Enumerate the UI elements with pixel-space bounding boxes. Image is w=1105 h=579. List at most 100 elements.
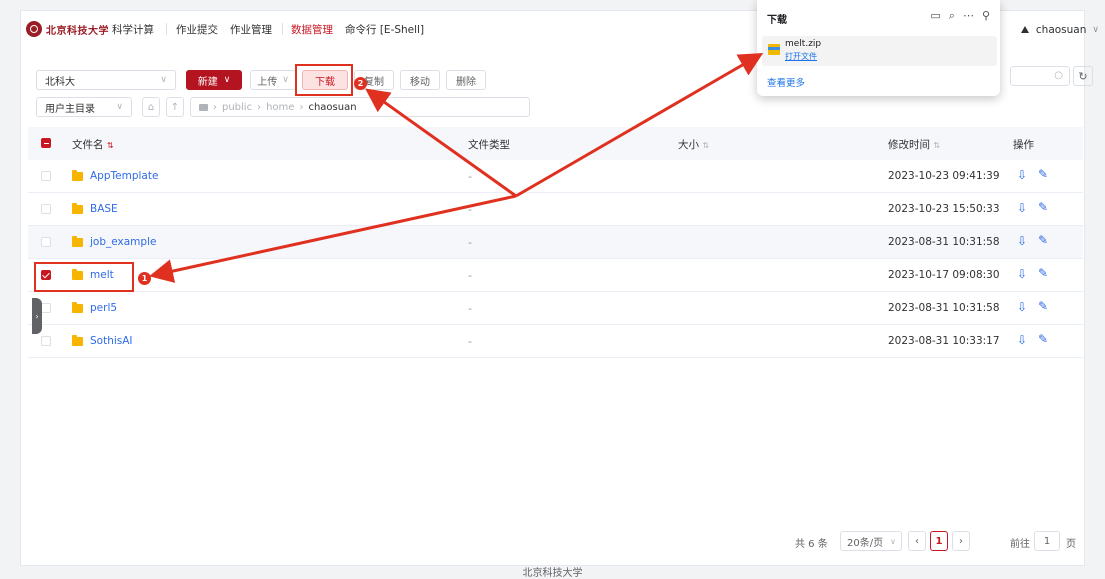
home-button[interactable]: ⌂ (142, 97, 160, 117)
user-icon (1020, 26, 1029, 33)
browser-download-panel: 下载 ▭ ⌕ ⋯ ⚲ melt.zip 打开文件 查看更多 (757, 0, 1000, 96)
table-row[interactable]: SothisAI - 2023-08-31 10:33:17 ⇩ ✎ (28, 325, 1083, 358)
search-icon: ○ (1054, 70, 1063, 81)
directory-select[interactable]: 用户主目录 ∨ (36, 97, 132, 117)
move-button[interactable]: 移动 (400, 70, 440, 90)
column-name-header[interactable]: 文件名 ⇅ (72, 137, 114, 152)
chevron-down-icon: ∨ (282, 75, 289, 85)
download-icon[interactable]: ⇩ (1017, 267, 1027, 281)
delete-button[interactable]: 删除 (446, 70, 486, 90)
footer-text: 北京科技大学 (522, 568, 583, 579)
file-name-link[interactable]: perl5 (90, 302, 117, 314)
table-row[interactable]: melt - 2023-10-17 09:08:30 ⇩ ✎ (28, 259, 1083, 292)
folder-icon (72, 203, 83, 214)
upload-button[interactable]: 上传 ∨ (250, 70, 296, 90)
chevron-down-icon: ∨ (116, 102, 123, 112)
site-select[interactable]: 北科大 ∨ (36, 70, 176, 90)
folder-open-icon[interactable]: ▭ (930, 9, 940, 23)
goto-suffix: 页 (1066, 539, 1076, 550)
chevron-down-icon: ∨ (160, 75, 167, 85)
folder-icon (72, 335, 83, 346)
row-checkbox[interactable] (41, 171, 51, 181)
new-button-label: 新建 (197, 76, 218, 88)
table-row[interactable]: perl5 - 2023-08-31 10:31:58 ⇩ ✎ (28, 292, 1083, 325)
table-row[interactable]: AppTemplate - 2023-10-23 09:41:39 ⇩ ✎ (28, 160, 1083, 193)
file-mtime: 2023-08-31 10:33:17 (888, 335, 1000, 347)
search-icon[interactable]: ⌕ (949, 9, 955, 23)
download-icon[interactable]: ⇩ (1017, 168, 1027, 182)
folder-icon (72, 302, 83, 313)
pin-icon[interactable]: ⚲ (982, 9, 990, 23)
refresh-button[interactable]: ↻ (1073, 66, 1093, 86)
column-size-label: 大小 (678, 139, 699, 151)
nav-eshell[interactable]: 命令行 [E-Shell] (345, 22, 424, 37)
table-row[interactable]: job_example - 2023-08-31 10:31:58 ⇩ ✎ (28, 226, 1083, 259)
site-select-value: 北科大 (45, 76, 75, 88)
breadcrumb-item[interactable]: public (222, 102, 252, 113)
download-panel-title: 下载 (767, 15, 787, 26)
download-file-name: melt.zip (785, 39, 822, 49)
up-level-button[interactable]: ↑ (166, 97, 184, 117)
column-size-header[interactable]: 大小 ⇅ (678, 137, 709, 152)
nav-data-manage[interactable]: 数据管理 (291, 22, 333, 37)
username: chaosuan (1035, 24, 1087, 36)
row-checkbox[interactable] (41, 303, 51, 313)
sort-icon: ⇅ (702, 141, 710, 150)
next-page-button[interactable]: › (952, 531, 970, 551)
zip-file-icon (768, 44, 780, 55)
refresh-icon: ↻ (1078, 69, 1088, 83)
user-menu[interactable]: chaosuan ∨ (1020, 24, 1099, 36)
table-row[interactable]: BASE - 2023-10-23 15:50:33 ⇩ ✎ (28, 193, 1083, 226)
file-name-link[interactable]: SothisAI (90, 335, 133, 347)
pagination-total: 共 6 条 (795, 539, 828, 550)
nav-job-manage[interactable]: 作业管理 (230, 22, 272, 37)
breadcrumb-item[interactable]: home (266, 102, 294, 113)
file-name-link[interactable]: BASE (90, 203, 118, 215)
breadcrumb: › public › home › chaosuan (190, 97, 530, 117)
select-all-checkbox[interactable] (41, 138, 51, 148)
edit-icon[interactable]: ✎ (1038, 200, 1048, 214)
edit-icon[interactable]: ✎ (1038, 233, 1048, 247)
university-logo: 北京科技大学 (26, 21, 109, 37)
column-mtime-header[interactable]: 修改时间 ⇅ (888, 137, 940, 152)
row-checkbox[interactable] (41, 336, 51, 346)
download-icon[interactable]: ⇩ (1017, 333, 1027, 347)
file-type: - (468, 302, 472, 315)
file-name-link[interactable]: AppTemplate (90, 170, 158, 182)
new-button[interactable]: 新建 ∨ (186, 70, 242, 90)
download-item[interactable]: melt.zip 打开文件 (762, 36, 997, 66)
file-mtime: 2023-08-31 10:31:58 (888, 302, 1000, 314)
nav-job-submit[interactable]: 作业提交 (176, 22, 218, 37)
edit-icon[interactable]: ✎ (1038, 332, 1048, 346)
file-type: - (468, 335, 472, 348)
folder-icon (199, 103, 208, 111)
breadcrumb-current: chaosuan (308, 101, 357, 113)
open-file-link[interactable]: 打开文件 (785, 51, 817, 62)
download-icon[interactable]: ⇩ (1017, 300, 1027, 314)
row-checkbox[interactable] (41, 204, 51, 214)
page-size-select[interactable]: 20条/页 ∨ (840, 531, 902, 551)
download-icon[interactable]: ⇩ (1017, 201, 1027, 215)
page-number-current[interactable]: 1 (930, 531, 948, 551)
edit-icon[interactable]: ✎ (1038, 167, 1048, 181)
column-ops-header: 操作 (1013, 139, 1034, 151)
row-checkbox[interactable] (41, 237, 51, 247)
file-name-link[interactable]: job_example (90, 236, 156, 248)
nav-scientific-computing[interactable]: 科学计算 (112, 22, 154, 37)
sidebar-toggle[interactable]: › (32, 298, 42, 334)
annotation-badge-step-1: 1 (138, 272, 151, 285)
search-input[interactable]: ○ (1010, 66, 1070, 86)
annotation-highlight-download (295, 64, 353, 96)
file-type: - (468, 203, 472, 216)
edit-icon[interactable]: ✎ (1038, 266, 1048, 280)
file-type: - (468, 236, 472, 249)
prev-page-button[interactable]: ‹ (908, 531, 926, 551)
see-more-link[interactable]: 查看更多 (767, 75, 805, 89)
nav-divider (282, 23, 283, 35)
download-icon[interactable]: ⇩ (1017, 234, 1027, 248)
more-icon[interactable]: ⋯ (963, 9, 974, 23)
edit-icon[interactable]: ✎ (1038, 299, 1048, 313)
goto-page-input[interactable]: 1 (1034, 531, 1060, 551)
breadcrumb-separator: › (299, 101, 304, 113)
breadcrumb-separator: › (257, 101, 262, 113)
